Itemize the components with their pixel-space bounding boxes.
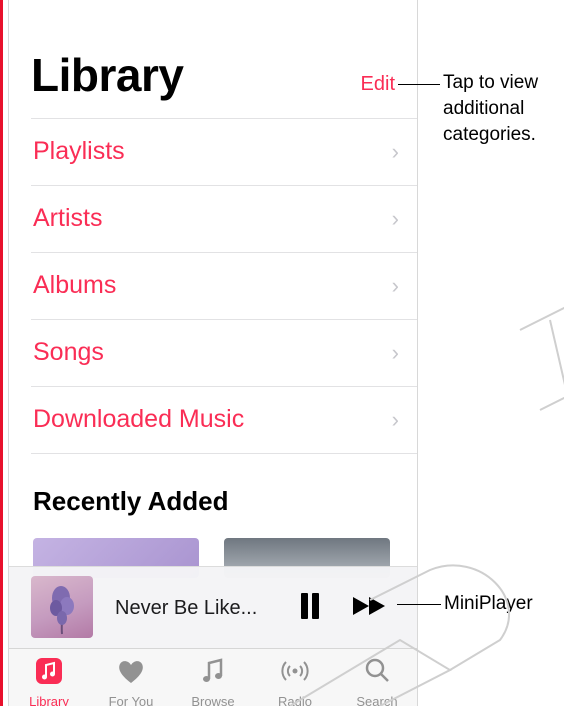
pause-bar	[312, 593, 319, 619]
menu-item-label: Songs	[33, 338, 104, 366]
tab-library[interactable]: Library	[9, 649, 89, 706]
miniplayer-callout-line	[397, 604, 441, 605]
album-art	[31, 576, 93, 638]
recently-added-heading: Recently Added	[33, 486, 229, 516]
chevron-right-icon: ›	[391, 139, 399, 164]
menu-item-downloaded-music[interactable]: Downloaded Music ›	[31, 386, 417, 454]
fast-forward-icon[interactable]	[353, 597, 387, 615]
now-playing-title: Never Be Like...	[115, 597, 258, 619]
tab-label: Browse	[191, 694, 235, 706]
chevron-right-icon: ›	[391, 206, 399, 231]
menu-item-label: Playlists	[33, 137, 125, 165]
tab-radio[interactable]: Radio	[255, 649, 335, 706]
search-icon	[365, 658, 389, 682]
flower-artwork	[50, 586, 74, 635]
tab-label: Radio	[278, 694, 312, 706]
menu-item-label: Artists	[33, 204, 103, 232]
tab-label: For You	[108, 694, 154, 706]
mini-player[interactable]: Never Be Like...	[9, 566, 417, 649]
chevron-right-icon: ›	[391, 407, 399, 432]
heart-icon	[119, 661, 143, 683]
left-edge-bar	[0, 0, 3, 706]
menu-item-albums[interactable]: Albums ›	[31, 252, 417, 319]
menu-item-artists[interactable]: Artists ›	[31, 185, 417, 252]
tab-for-you[interactable]: For You	[91, 649, 171, 706]
library-screen: Library Edit Playlists › Artists › Album…	[8, 0, 418, 706]
edit-callout-line	[398, 84, 440, 85]
tab-browse[interactable]: Browse	[173, 649, 253, 706]
page-title: Library	[31, 49, 184, 101]
radio-waves-icon	[281, 661, 309, 681]
edit-button[interactable]: Edit	[361, 73, 395, 96]
chevron-right-icon: ›	[391, 340, 399, 365]
menu-item-label: Downloaded Music	[33, 405, 245, 433]
music-note-square-icon	[36, 658, 62, 684]
miniplayer-callout-text: MiniPlayer	[444, 593, 533, 614]
menu-item-songs[interactable]: Songs ›	[31, 319, 417, 386]
chevron-right-icon: ›	[391, 273, 399, 298]
menu-item-label: Albums	[33, 271, 117, 299]
music-note-icon	[203, 658, 223, 682]
menu-item-playlists[interactable]: Playlists ›	[31, 118, 417, 185]
pause-bar	[301, 593, 308, 619]
edit-callout-text: Tap to view additional categories.	[443, 72, 539, 145]
tab-bar: Library For You Browse Radio Search	[9, 648, 417, 706]
tab-label: Search	[356, 694, 398, 706]
library-menu: Playlists › Artists › Albums › Songs › D…	[9, 118, 417, 454]
tab-label: Library	[29, 694, 69, 706]
tab-search[interactable]: Search	[337, 649, 417, 706]
pause-button[interactable]	[299, 593, 321, 619]
